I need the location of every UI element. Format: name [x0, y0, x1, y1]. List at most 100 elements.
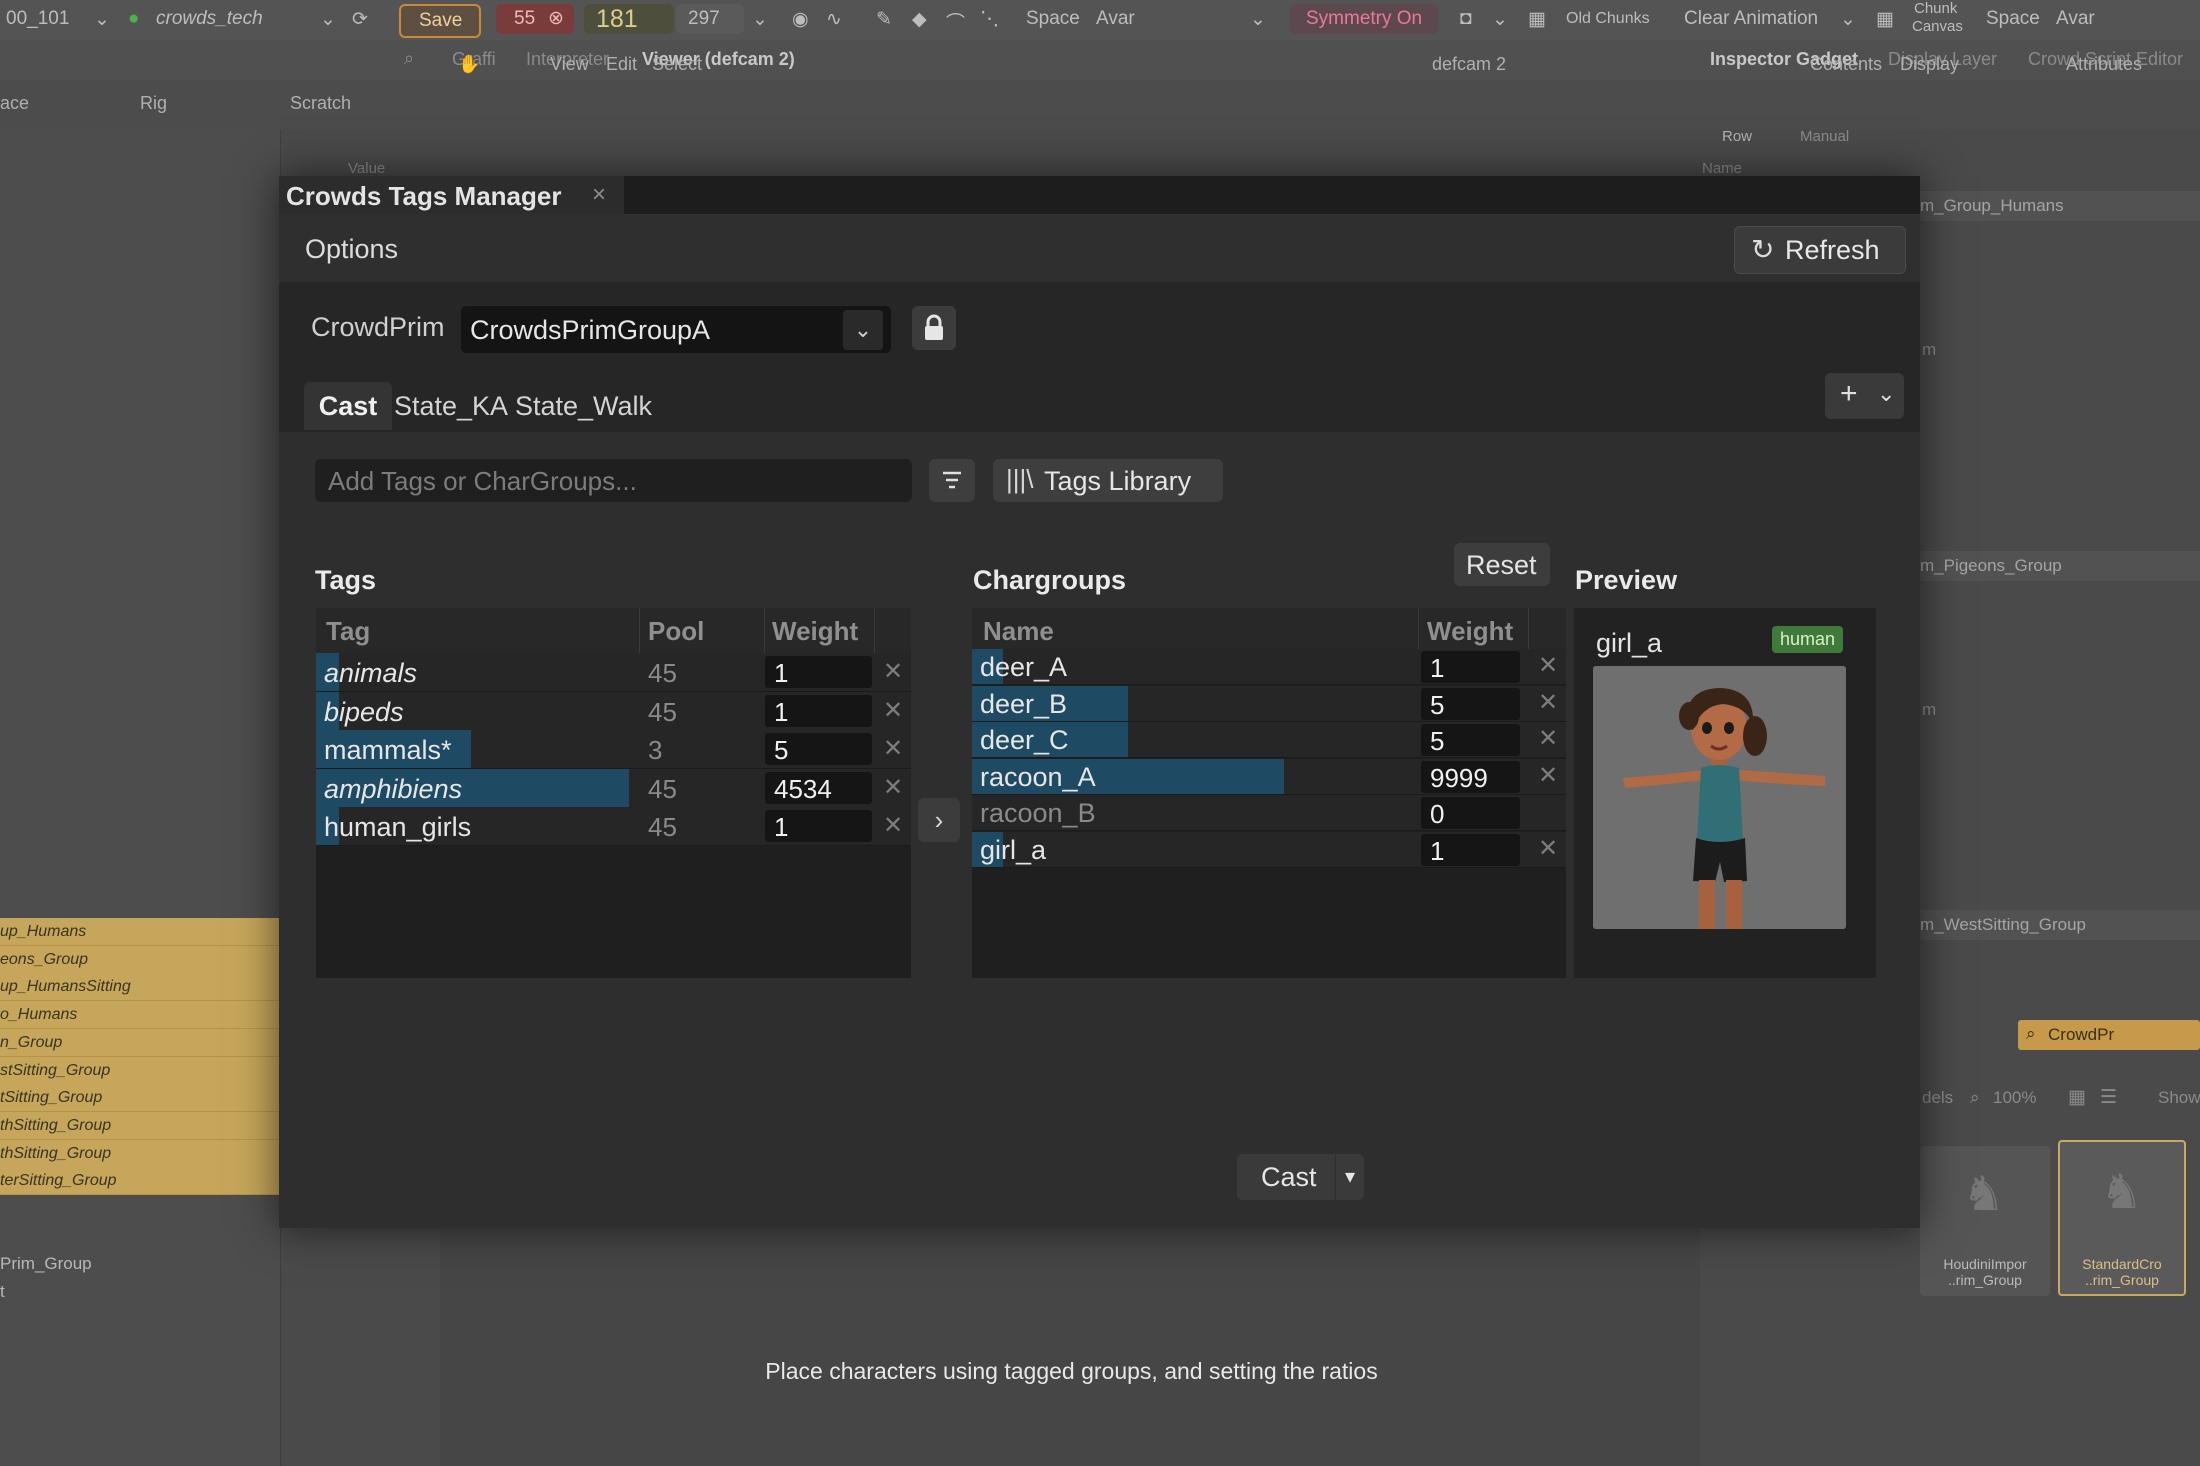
chevron-down-icon[interactable]: ▾ — [1336, 1154, 1364, 1200]
remove-tag-icon[interactable]: ✕ — [883, 657, 903, 686]
tag-weight-input[interactable]: 1 — [765, 694, 872, 727]
viewer-viewport[interactable] — [440, 1222, 1700, 1466]
save-button[interactable]: Save — [399, 4, 481, 38]
tab-space[interactable]: ace — [0, 93, 29, 114]
chargroup-weight-input[interactable]: 5 — [1421, 687, 1520, 720]
outliner-item[interactable]: o_Humans — [0, 1001, 280, 1030]
outliner-item[interactable]: tSitting_Group — [0, 1084, 280, 1113]
manual-dropdown[interactable]: Manual — [1800, 128, 1849, 145]
add-tags-input[interactable]: Add Tags or CharGroups... — [315, 459, 912, 502]
old-chunks-label[interactable]: Old Chunks — [1566, 10, 1650, 28]
avar-label[interactable]: Avar — [1096, 8, 1135, 30]
row-dropdown[interactable]: Row — [1722, 128, 1752, 145]
tags-library-button[interactable]: |||\ Tags Library — [993, 459, 1223, 502]
asset-thumbnail-selected[interactable]: ♞ StandardCro ..rim_Group — [2058, 1140, 2186, 1296]
tag-row[interactable]: bipeds 45 1 ✕ — [316, 691, 911, 731]
eraser-icon[interactable]: ◆ — [912, 8, 927, 31]
sync-icon[interactable]: ⟳ — [352, 8, 368, 31]
crowdprim-select[interactable]: CrowdsPrimGroupA ⌄ — [461, 306, 891, 353]
chargroup-row[interactable]: deer_B 5 ✕ — [972, 685, 1566, 722]
chunk-label[interactable]: Chunk — [1914, 0, 1957, 17]
menu-attributes[interactable]: Attributes — [2066, 54, 2142, 75]
brush-icon[interactable]: ✎ — [876, 8, 892, 31]
curve-icon[interactable]: ∿ — [826, 8, 842, 31]
outliner-item[interactable]: thSitting_Group — [0, 1111, 280, 1140]
lock-button[interactable] — [912, 306, 956, 350]
hand-icon[interactable]: ✋ — [458, 54, 480, 75]
outliner-item[interactable]: up_HumansSitting — [0, 973, 280, 1002]
lasso-icon[interactable]: ⌒ — [946, 8, 965, 35]
inspector-group-row[interactable]: m_Pigeons_Group — [1918, 551, 2200, 581]
chargroup-weight-input[interactable]: 9999 — [1421, 760, 1520, 793]
current-frame-field[interactable]: 181 — [584, 4, 674, 34]
menu-select[interactable]: Select — [652, 54, 702, 75]
tab-state-walk[interactable]: State_Walk — [515, 382, 652, 430]
grid-view-icon[interactable]: ▦ — [2068, 1086, 2086, 1109]
chargroup-weight-input[interactable]: 0 — [1421, 797, 1520, 829]
chargroup-weight-input[interactable]: 1 — [1421, 651, 1520, 683]
clear-animation-label[interactable]: Clear Animation — [1684, 8, 1818, 30]
menu-contents[interactable]: Contents — [1810, 54, 1882, 75]
remove-chargroup-icon[interactable]: ✕ — [1538, 834, 1558, 863]
show-label[interactable]: Show — [2158, 1088, 2200, 1108]
chevron-down-icon[interactable]: ⌄ — [843, 310, 883, 350]
chargroup-row[interactable]: girl_a 1 ✕ — [972, 831, 1566, 868]
tag-weight-input[interactable]: 1 — [765, 656, 872, 688]
tag-row[interactable]: amphibiens 45 4534 ✕ — [316, 768, 911, 808]
list-view-icon[interactable]: ☰ — [2100, 1086, 2117, 1109]
tab-cast[interactable]: Cast — [304, 382, 392, 430]
remove-chargroup-icon[interactable]: ✕ — [1538, 761, 1558, 790]
chargroup-row[interactable]: racoon_A 9999 ✕ — [972, 758, 1566, 795]
chargroup-row[interactable]: deer_A 1 ✕ — [972, 649, 1566, 685]
camera-icon[interactable]: ◘ — [1460, 8, 1471, 30]
outliner-item[interactable]: Prim_Group — [0, 1254, 92, 1274]
space-label[interactable]: Space — [1026, 8, 1080, 30]
dialog-title-tab[interactable]: Crowds Tags Manager × — [279, 176, 624, 214]
chevron-down-icon[interactable]: ⌄ — [94, 8, 110, 31]
space-label-2[interactable]: Space — [1986, 8, 2040, 30]
error-counter[interactable]: 55 ⊗ — [496, 4, 574, 34]
menu-view[interactable]: View — [550, 54, 589, 75]
menu-edit[interactable]: Edit — [606, 54, 637, 75]
chevron-down-icon[interactable]: ⌄ — [1492, 8, 1508, 31]
outliner-item[interactable]: terSitting_Group — [0, 1167, 280, 1196]
eye-icon[interactable]: ◉ — [792, 8, 809, 31]
chevron-down-icon[interactable]: ⌄ — [320, 8, 336, 31]
layer-field[interactable]: 00_101 — [6, 8, 69, 30]
chargroup-row[interactable]: deer_C 5 ✕ — [972, 722, 1566, 758]
inspector-group-row[interactable]: m_WestSitting_Group — [1918, 910, 2200, 940]
menu-display[interactable]: Display — [1900, 54, 1959, 75]
tag-weight-input[interactable]: 1 — [765, 810, 872, 842]
remove-tag-icon[interactable]: ✕ — [883, 811, 903, 840]
cast-button[interactable]: Cast — [1237, 1154, 1335, 1200]
search-icon[interactable]: ⌕ — [404, 48, 414, 69]
tab-state-ka[interactable]: State_KA — [392, 382, 510, 430]
outliner-item[interactable]: up_Humans — [0, 918, 280, 946]
camera-select[interactable]: defcam 2 — [1432, 54, 1506, 75]
chargroup-weight-input[interactable]: 1 — [1421, 833, 1520, 866]
chevron-right-icon[interactable]: › — [918, 798, 960, 842]
zoom-level[interactable]: 100% — [1993, 1088, 2036, 1108]
crowdprim-search[interactable]: ⌕ CrowdPr — [2018, 1020, 2200, 1050]
outliner-item[interactable]: eons_Group — [0, 945, 280, 974]
outliner-item[interactable]: t — [0, 1282, 5, 1302]
reset-button[interactable]: Reset — [1454, 543, 1550, 586]
chevron-down-icon[interactable]: ⌄ — [752, 8, 768, 31]
options-label[interactable]: Options — [305, 234, 398, 265]
tag-row[interactable]: animals 45 1 ✕ — [316, 653, 911, 692]
remove-tag-icon[interactable]: ✕ — [883, 773, 903, 802]
tag-weight-input[interactable]: 5 — [765, 733, 872, 765]
chevron-down-icon[interactable]: ⌄ — [1250, 8, 1266, 31]
tag-weight-input[interactable]: 4534 — [765, 771, 872, 804]
tab-scratch[interactable]: Scratch — [290, 93, 351, 114]
outliner-item[interactable]: thSitting_Group — [0, 1139, 280, 1168]
tag-row[interactable]: mammals* 3 5 ✕ — [316, 730, 911, 769]
refresh-button[interactable]: ↻ Refresh — [1734, 226, 1906, 274]
tab-rig[interactable]: Rig — [140, 93, 167, 114]
filter-button[interactable] — [929, 459, 975, 502]
outliner-item[interactable]: stSitting_Group — [0, 1056, 280, 1085]
chevron-down-icon[interactable]: ⌄ — [1840, 8, 1856, 31]
symmetry-toggle[interactable]: Symmetry On — [1290, 4, 1438, 34]
end-frame-field[interactable]: 297 — [676, 4, 744, 34]
asset-thumbnail[interactable]: ♞ HoudiniImpor ..rim_Group — [1920, 1146, 2050, 1296]
